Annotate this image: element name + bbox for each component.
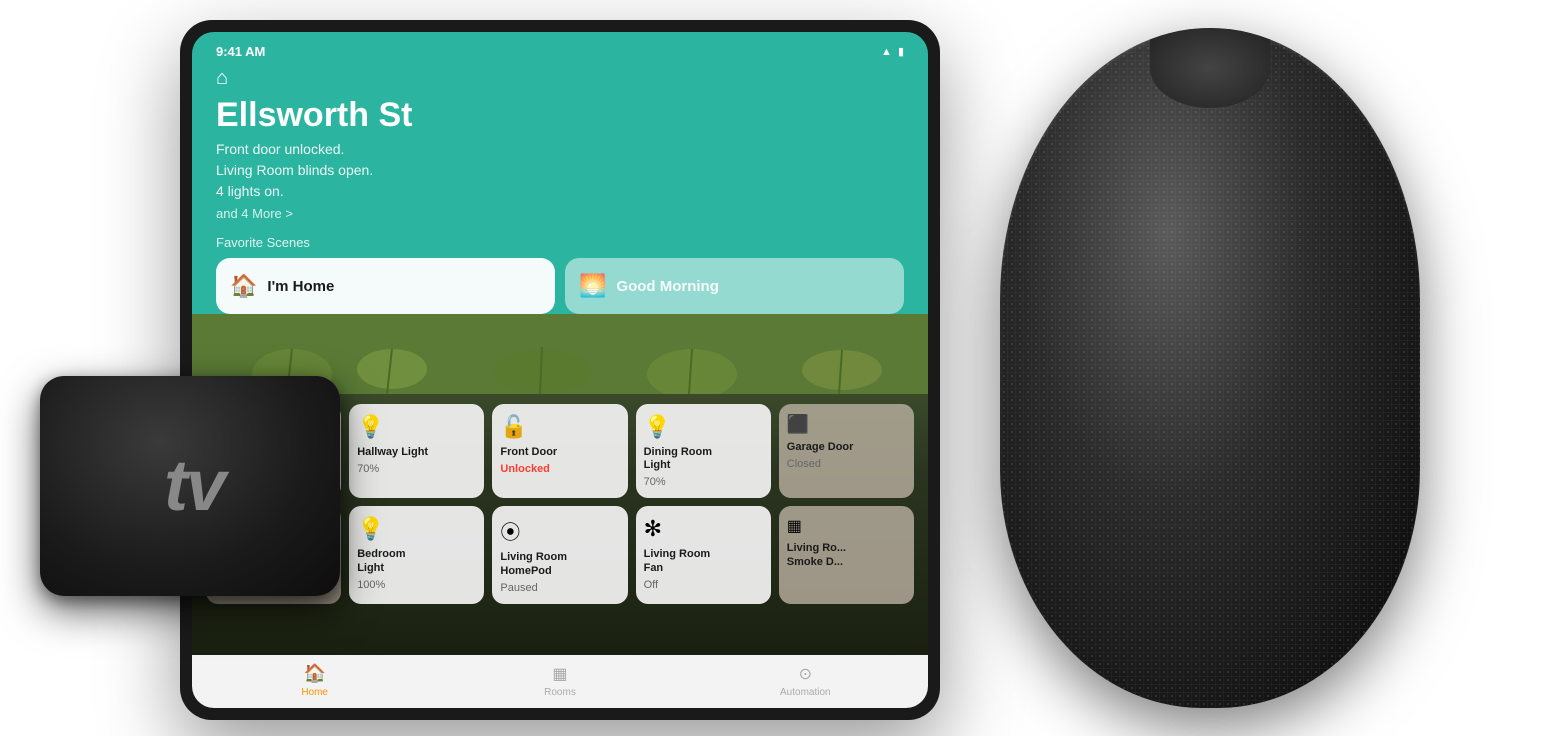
status-time: 9:41 AM [216, 44, 265, 59]
im-home-icon: 🏠 [230, 273, 257, 299]
device-smoke-detector[interactable]: ▦ Living Ro...Smoke D... [779, 506, 914, 603]
wifi-icon: ▲ [881, 46, 892, 58]
homepod-icon: ⦿ [500, 516, 619, 545]
home-tab-icon: 🏠 [303, 663, 325, 684]
device-living-room-fan[interactable]: ✻ Living RoomFan Off [636, 506, 771, 603]
status-bar: 9:41 AM ▲ ▮ [216, 44, 904, 59]
device-status: 70% [644, 476, 763, 488]
automation-tab-icon: ⊙ [799, 664, 812, 684]
device-front-door[interactable]: 🔓 Front Door Unlocked [492, 404, 627, 498]
status-summary: Front door unlocked. Living Room blinds … [216, 139, 904, 202]
device-status: Off [644, 579, 763, 591]
and-more-link[interactable]: and 4 More > [216, 206, 904, 221]
favorite-scenes-label: Favorite Scenes [216, 235, 904, 250]
scene-good-morning[interactable]: 🌅 Good Morning [565, 258, 904, 314]
apple-tv-body: tv [40, 376, 340, 596]
homepod-mesh-dots [1000, 28, 1420, 708]
device-dining-light[interactable]: 💡 Dining RoomLight 70% [636, 404, 771, 498]
automation-tab-label: Automation [780, 687, 831, 698]
home-nav-icon: ⌂ [216, 67, 904, 90]
screen-header: 9:41 AM ▲ ▮ ⌂ Ellsworth St Front door un… [192, 32, 928, 314]
dining-light-icon: 💡 [644, 414, 763, 440]
tab-bar: 🏠 Home ▦ Rooms ⊙ Automation [192, 655, 928, 708]
smoke-detector-icon: ▦ [787, 516, 906, 536]
device-name: Dining RoomLight [644, 446, 763, 472]
homepod-body [1000, 28, 1420, 708]
device-status-unlocked: Unlocked [500, 463, 619, 475]
good-morning-label: Good Morning [616, 278, 718, 295]
rooms-tab-icon: ▦ [552, 664, 567, 684]
device-garage-door[interactable]: ⬛ Garage Door Closed [779, 404, 914, 498]
apple-tv-logo: tv [156, 445, 224, 527]
device-homepod[interactable]: ⦿ Living RoomHomePod Paused [492, 506, 627, 603]
device-name: Garage Door [787, 441, 906, 454]
scenes-row: 🏠 I'm Home 🌅 Good Morning [216, 258, 904, 314]
status-icons: ▲ ▮ [881, 45, 904, 58]
device-name: Front Door [500, 446, 619, 459]
device-name: Living RoomFan [644, 548, 763, 574]
main-scene: 9:41 AM ▲ ▮ ⌂ Ellsworth St Front door un… [0, 0, 1560, 736]
garage-icon: ⬛ [787, 414, 906, 435]
battery-icon: ▮ [898, 45, 904, 58]
device-status: Closed [787, 458, 906, 470]
scene-im-home[interactable]: 🏠 I'm Home [216, 258, 555, 314]
homepod-device [920, 0, 1500, 736]
apple-tv-device: tv [40, 376, 380, 656]
lock-icon: 🔓 [500, 414, 619, 440]
tab-home[interactable]: 🏠 Home [192, 663, 437, 698]
homepod-top [1150, 28, 1270, 108]
tv-text: tv [164, 445, 224, 527]
device-name: Living RoomHomePod [500, 551, 619, 577]
home-tab-label: Home [301, 687, 328, 698]
device-name: Living Ro...Smoke D... [787, 542, 906, 568]
tab-automation[interactable]: ⊙ Automation [683, 664, 928, 698]
fan-icon: ✻ [644, 516, 763, 542]
tab-rooms[interactable]: ▦ Rooms [437, 664, 682, 698]
good-morning-icon: 🌅 [579, 273, 606, 299]
location-title: Ellsworth St [216, 96, 904, 135]
im-home-label: I'm Home [267, 278, 334, 295]
device-status: Paused [500, 582, 619, 594]
rooms-tab-label: Rooms [544, 687, 576, 698]
